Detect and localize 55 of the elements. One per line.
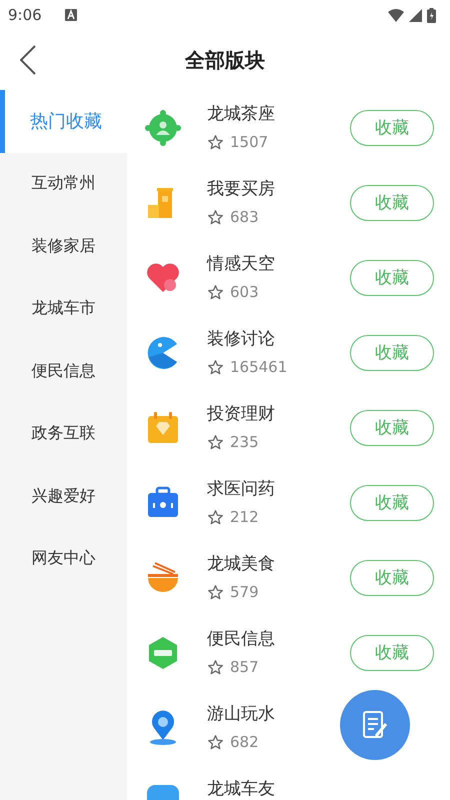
category-tab[interactable]: 热门收藏 bbox=[0, 90, 127, 152]
favorite-count: 165461 bbox=[230, 358, 288, 376]
status-time: 9:06 bbox=[8, 6, 42, 24]
board-title: 投资理财 bbox=[207, 403, 276, 425]
wifi-icon bbox=[388, 8, 404, 22]
favorite-count: 212 bbox=[230, 508, 259, 526]
board-title: 龙城车友 bbox=[207, 778, 276, 800]
category-tab[interactable]: 兴趣爱好 bbox=[0, 465, 127, 528]
category-tab[interactable]: 装修家居 bbox=[0, 215, 127, 278]
calendar-icon bbox=[145, 410, 181, 446]
notification-icon bbox=[64, 9, 77, 21]
favorite-count: 682 bbox=[230, 733, 259, 751]
star-icon bbox=[207, 434, 224, 450]
favorite-button[interactable]: 收藏 bbox=[350, 110, 434, 146]
star-icon bbox=[207, 358, 224, 376]
favorite-count: 683 bbox=[230, 208, 259, 226]
category-tab[interactable]: 政务互联 bbox=[0, 402, 127, 465]
category-tab[interactable]: 便民信息 bbox=[0, 340, 127, 402]
favorite-count: 235 bbox=[230, 433, 259, 451]
favorite-count: 1507 bbox=[230, 133, 268, 151]
favorite-count: 579 bbox=[230, 583, 259, 601]
back-button[interactable] bbox=[18, 45, 38, 77]
star-icon bbox=[207, 208, 224, 226]
favorite-button[interactable]: 收藏 bbox=[350, 634, 434, 670]
favorite-button[interactable]: 收藏 bbox=[350, 334, 434, 370]
board-title: 求医问药 bbox=[207, 478, 276, 500]
star-icon bbox=[207, 284, 224, 300]
target-icon bbox=[145, 110, 181, 146]
back-icon bbox=[20, 45, 36, 75]
favorite-count: 603 bbox=[230, 283, 259, 301]
board-title: 龙城美食 bbox=[207, 553, 276, 575]
signal-icon bbox=[409, 8, 422, 22]
favorite-button[interactable]: 收藏 bbox=[350, 184, 434, 220]
board-title: 情感天空 bbox=[207, 253, 276, 275]
category-tab[interactable]: 互动常州 bbox=[0, 152, 127, 215]
board-title: 便民信息 bbox=[207, 628, 276, 650]
board-title: 我要买房 bbox=[207, 178, 276, 200]
star-icon bbox=[207, 658, 224, 676]
board-title: 装修讨论 bbox=[207, 328, 276, 350]
board-title: 游山玩水 bbox=[207, 703, 276, 725]
star-icon bbox=[207, 134, 224, 150]
category-tab[interactable]: 龙城车市 bbox=[0, 278, 127, 340]
document-icon bbox=[362, 710, 388, 740]
star-icon bbox=[207, 734, 224, 750]
favorite-button[interactable]: 收藏 bbox=[350, 560, 434, 596]
star-icon bbox=[207, 508, 224, 526]
star-icon bbox=[207, 584, 224, 600]
favorite-button[interactable]: 收藏 bbox=[350, 484, 434, 520]
page-title: 全部版块 bbox=[185, 46, 265, 74]
category-tab[interactable]: 网友中心 bbox=[0, 528, 127, 590]
battery-icon bbox=[427, 8, 436, 22]
favorite-count: 857 bbox=[230, 658, 259, 676]
board-title: 龙城茶座 bbox=[207, 103, 276, 125]
favorite-button[interactable]: 收藏 bbox=[350, 410, 434, 446]
favorite-button[interactable]: 收藏 bbox=[350, 260, 434, 296]
